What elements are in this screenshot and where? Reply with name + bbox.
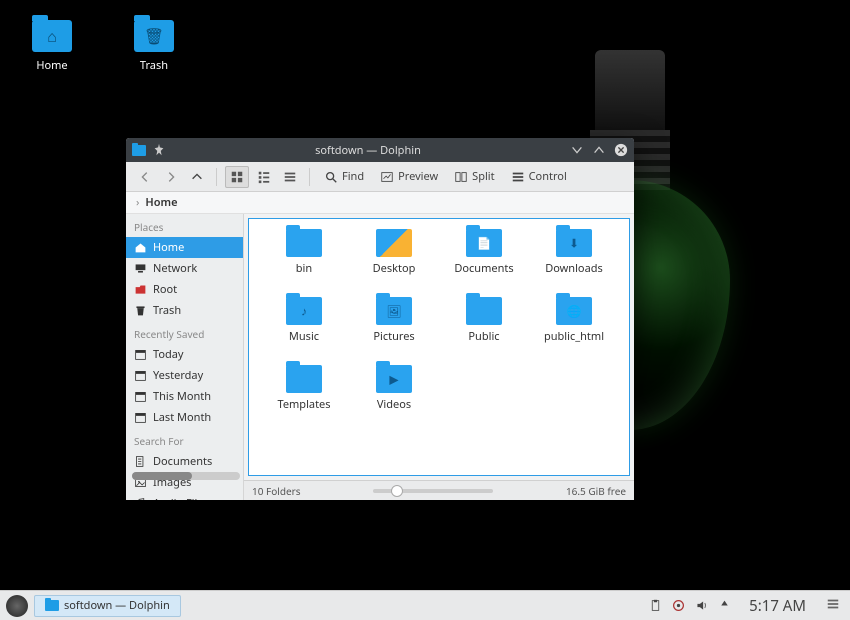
view-icons-button[interactable] <box>225 166 249 188</box>
taskbar: softdown — Dolphin 5:17 AM <box>0 590 850 620</box>
tray-clipboard-icon[interactable] <box>649 599 662 612</box>
sidebar-item-trash[interactable]: Trash <box>126 300 243 321</box>
control-button[interactable]: Control <box>505 166 573 188</box>
sidebar-item-home[interactable]: Home <box>126 237 243 258</box>
preview-label: Preview <box>398 169 438 184</box>
breadcrumb[interactable]: › Home <box>126 192 634 214</box>
status-free-space: 16.5 GiB free <box>566 484 626 498</box>
nav-back-button[interactable] <box>134 166 156 188</box>
titlebar-pin-icon[interactable] <box>152 143 166 157</box>
folder-pictures[interactable]: 🖼Pictures <box>349 297 439 359</box>
sidebar-item-today[interactable]: Today <box>126 344 243 365</box>
tray-volume-icon[interactable] <box>695 599 708 612</box>
window-close-button[interactable] <box>614 143 628 157</box>
toolbar: Find Preview Split Control <box>126 162 634 192</box>
sidebar-hscrollbar[interactable] <box>132 472 240 480</box>
sidebar-item-yesterday[interactable]: Yesterday <box>126 365 243 386</box>
control-label: Control <box>529 169 567 184</box>
taskbar-clock[interactable]: 5:17 AM <box>749 596 806 616</box>
folder-music[interactable]: ♪Music <box>259 297 349 359</box>
task-label: softdown — Dolphin <box>64 598 170 613</box>
window-title: softdown — Dolphin <box>166 143 570 158</box>
view-details-button[interactable] <box>279 166 301 188</box>
find-label: Find <box>342 169 364 184</box>
tray-updates-icon[interactable] <box>718 599 731 612</box>
sidebar-header: Places <box>126 214 243 237</box>
trash-icon <box>134 304 147 317</box>
status-count: 10 Folders <box>252 484 301 498</box>
cal-icon <box>134 411 147 424</box>
taskbar-menu-icon[interactable] <box>822 597 844 615</box>
folder-public[interactable]: Public <box>439 297 529 359</box>
folder-documents[interactable]: 📄Documents <box>439 229 529 291</box>
breadcrumb-segment[interactable]: Home <box>145 195 177 210</box>
nav-up-button[interactable] <box>186 166 208 188</box>
network-icon <box>134 262 147 275</box>
audio-icon <box>134 497 147 500</box>
folder-templates[interactable]: Templates <box>259 365 349 427</box>
cal-icon <box>134 390 147 403</box>
chevron-right-icon: › <box>136 195 139 210</box>
folder-downloads[interactable]: ⬇Downloads <box>529 229 619 291</box>
desktop-icon-home[interactable]: ⌂Home <box>22 20 82 73</box>
window-maximize-button[interactable] <box>592 143 606 157</box>
sidebar-item-documents[interactable]: Documents <box>126 451 243 472</box>
window-titlebar[interactable]: softdown — Dolphin <box>126 138 634 162</box>
view-compact-button[interactable] <box>253 166 275 188</box>
split-button[interactable]: Split <box>448 166 500 188</box>
folder-view[interactable]: binDesktop📄Documents⬇Downloads ♪Music🖼Pic… <box>248 218 630 476</box>
root-icon <box>134 283 147 296</box>
titlebar-app-icon <box>132 143 146 157</box>
nav-forward-button[interactable] <box>160 166 182 188</box>
sidebar-item-root[interactable]: Root <box>126 279 243 300</box>
sidebar-item-this-month[interactable]: This Month <box>126 386 243 407</box>
window-minimize-button[interactable] <box>570 143 584 157</box>
folder-bin[interactable]: bin <box>259 229 349 291</box>
find-button[interactable]: Find <box>318 166 370 188</box>
desktop-icon-trash[interactable]: 🗑Trash <box>124 20 184 73</box>
cal-icon <box>134 348 147 361</box>
sidebar-item-network[interactable]: Network <box>126 258 243 279</box>
zoom-slider[interactable] <box>309 489 558 493</box>
split-label: Split <box>472 169 494 184</box>
folder-public-html[interactable]: 🌐public_html <box>529 297 619 359</box>
taskbar-task-dolphin[interactable]: softdown — Dolphin <box>34 595 181 617</box>
sidebar-header: Recently Saved <box>126 321 243 344</box>
start-button[interactable] <box>6 595 28 617</box>
statusbar: 10 Folders 16.5 GiB free <box>244 480 634 500</box>
tray-network-icon[interactable] <box>672 599 685 612</box>
folder-desktop[interactable]: Desktop <box>349 229 439 291</box>
preview-button[interactable]: Preview <box>374 166 444 188</box>
dolphin-window: softdown — Dolphin Find Preview Split Co… <box>126 138 634 500</box>
task-icon <box>45 600 59 611</box>
places-sidebar[interactable]: PlacesHomeNetworkRootTrashRecently Saved… <box>126 214 244 500</box>
sidebar-item-audio-files[interactable]: Audio Files <box>126 493 243 500</box>
home-icon <box>134 241 147 254</box>
folder-videos[interactable]: ▶Videos <box>349 365 439 427</box>
system-tray: 5:17 AM <box>649 596 844 616</box>
doc-icon <box>134 455 147 468</box>
sidebar-item-last-month[interactable]: Last Month <box>126 407 243 428</box>
sidebar-header: Search For <box>126 428 243 451</box>
cal-icon <box>134 369 147 382</box>
